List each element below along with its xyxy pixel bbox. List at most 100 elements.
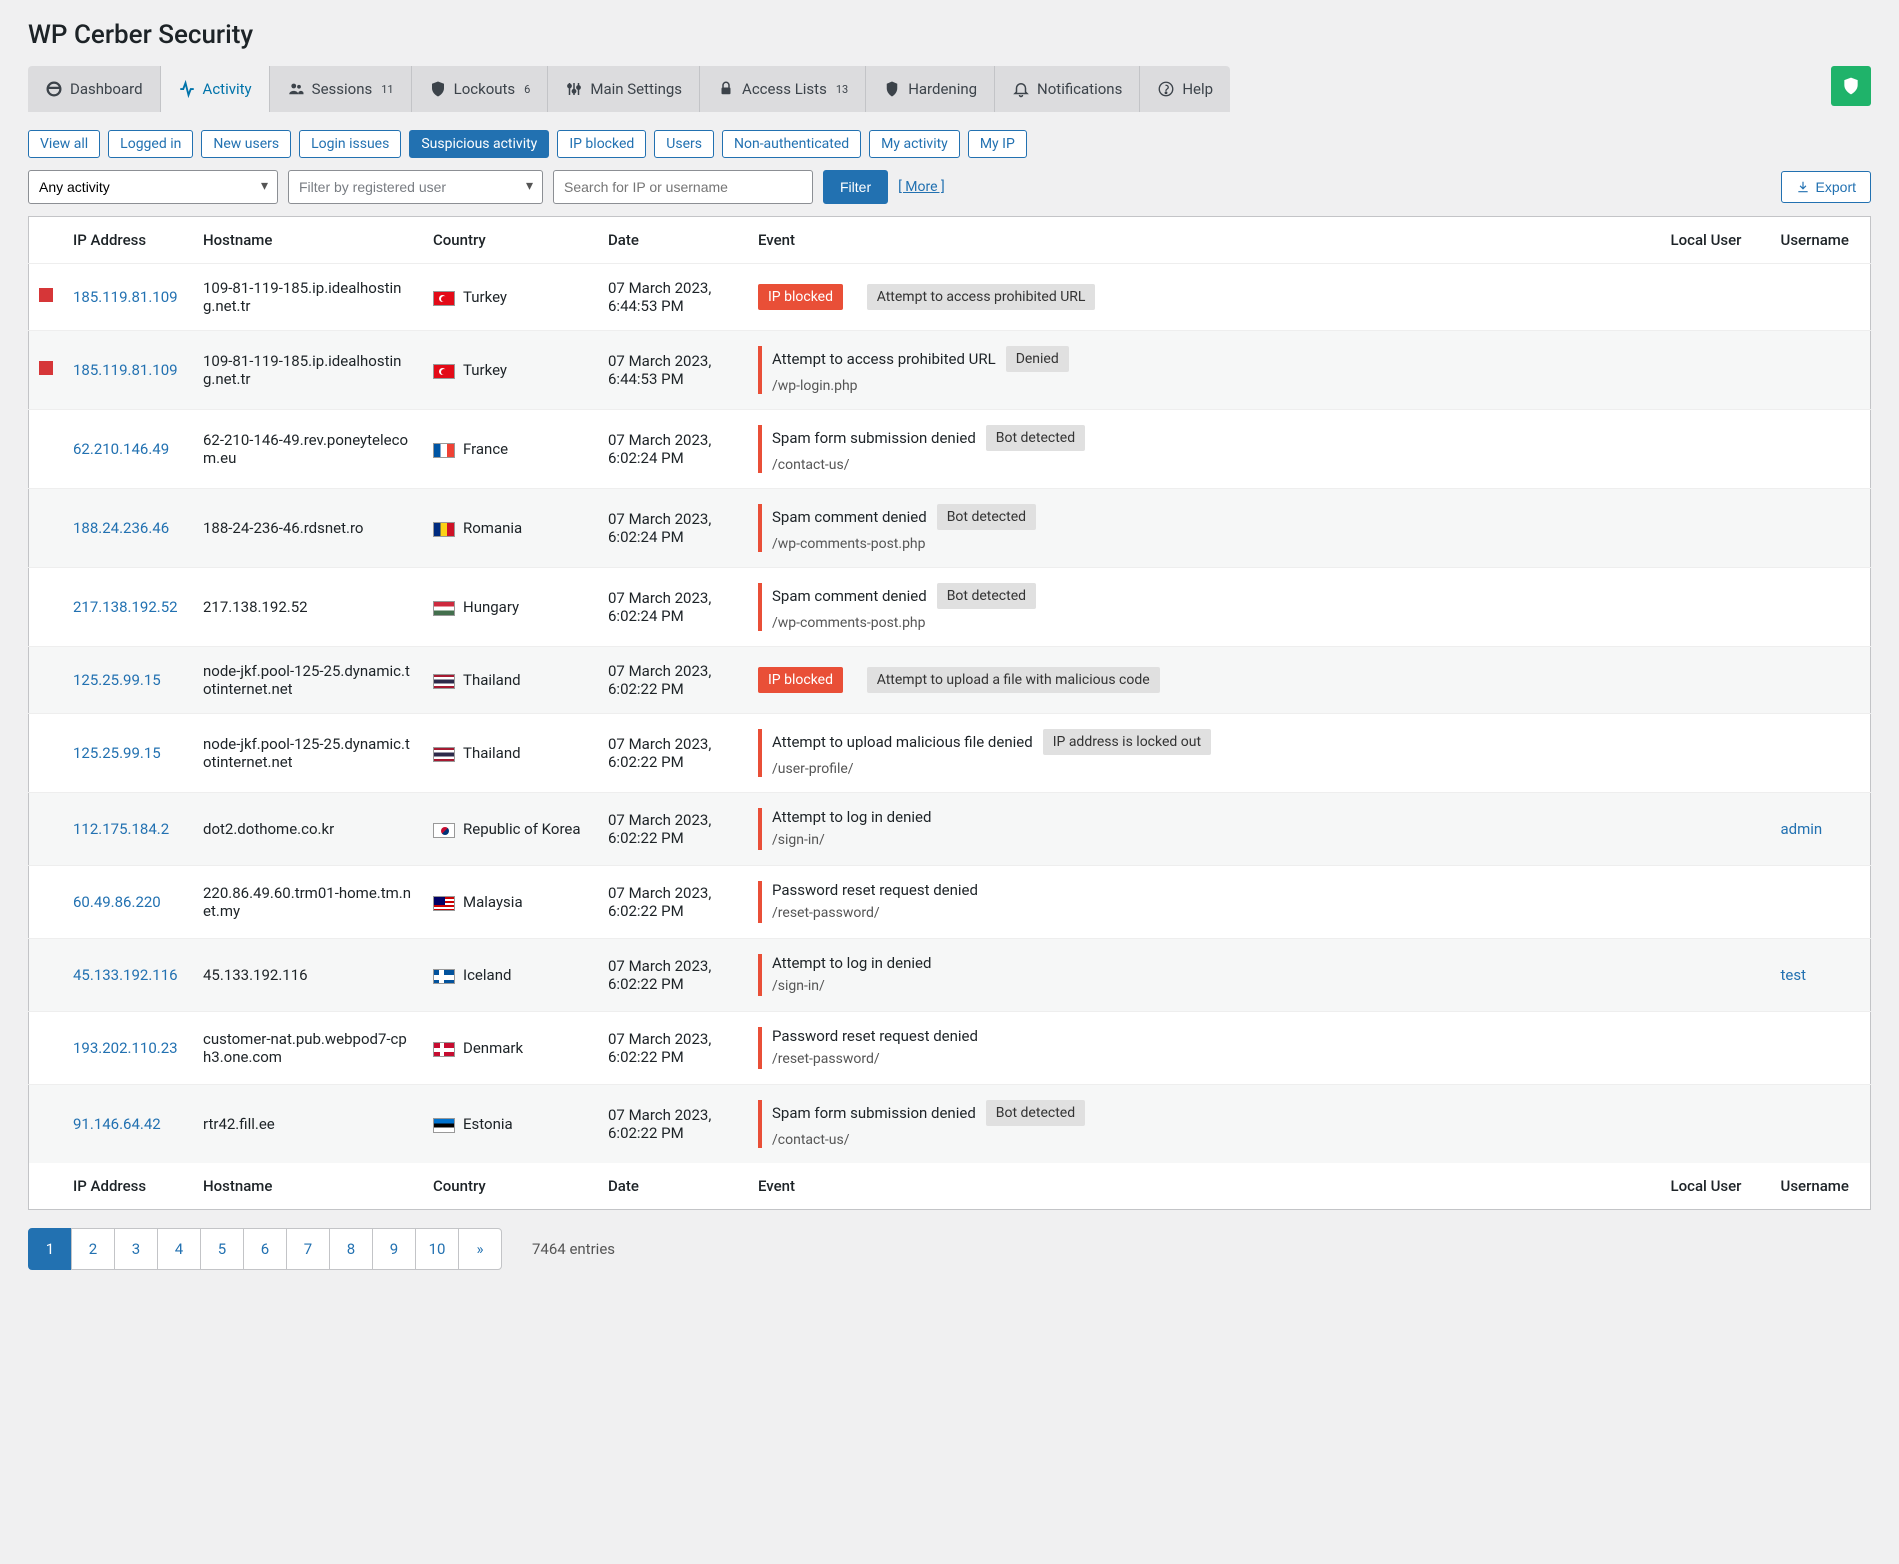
country-name: Malaysia — [463, 893, 523, 911]
tab-help[interactable]: Help — [1140, 66, 1230, 112]
tab-activity[interactable]: Activity — [161, 66, 270, 112]
page-2[interactable]: 2 — [71, 1228, 115, 1270]
hostname: 220.86.49.60.trm01-home.tm.net.my — [193, 866, 423, 939]
shield-icon[interactable] — [1831, 66, 1871, 106]
export-button[interactable]: Export — [1781, 171, 1871, 203]
filter-link-6[interactable]: Users — [654, 130, 714, 158]
country-name: Turkey — [463, 288, 507, 306]
page-»[interactable]: » — [458, 1228, 502, 1270]
col-country[interactable]: Country — [423, 217, 598, 264]
ip-link[interactable]: 91.146.64.42 — [73, 1115, 161, 1133]
page-4[interactable]: 4 — [157, 1228, 201, 1270]
username-link[interactable]: test — [1781, 966, 1807, 984]
hostname: node-jkf.pool-125-25.dynamic.totinternet… — [193, 714, 423, 793]
filter-link-5[interactable]: IP blocked — [557, 130, 646, 158]
page-6[interactable]: 6 — [243, 1228, 287, 1270]
page-title: WP Cerber Security — [28, 20, 1871, 50]
tab-sessions[interactable]: Sessions 11 — [270, 66, 412, 112]
tab-dashboard[interactable]: Dashboard — [28, 66, 161, 112]
event-name: Password reset request denied — [772, 1027, 978, 1045]
filter-link-1[interactable]: Logged in — [108, 130, 193, 158]
hostname: 109-81-119-185.ip.idealhosting.net.tr — [193, 331, 423, 410]
ip-link[interactable]: 125.25.99.15 — [73, 744, 161, 762]
filter-link-8[interactable]: My activity — [869, 130, 960, 158]
col-host[interactable]: Hostname — [193, 217, 423, 264]
table-row: 91.146.64.42rtr42.fill.eeEstonia07 March… — [29, 1085, 1871, 1164]
flag-icon — [433, 601, 455, 616]
user-filter-select[interactable]: Filter by registered user — [288, 170, 543, 204]
flag-icon — [433, 969, 455, 984]
filter-link-3[interactable]: Login issues — [299, 130, 401, 158]
flag-icon — [433, 364, 455, 379]
hostname: 188-24-236-46.rdsnet.ro — [193, 489, 423, 568]
hostname: rtr42.fill.ee — [193, 1085, 423, 1164]
tab-notify[interactable]: Notifications — [995, 66, 1140, 112]
event-tag: Bot detected — [986, 425, 1085, 451]
col-user[interactable]: Username — [1771, 217, 1871, 264]
ip-link[interactable]: 185.119.81.109 — [73, 361, 178, 379]
event-name: Spam form submission denied — [772, 1104, 976, 1122]
ip-link[interactable]: 217.138.192.52 — [73, 598, 178, 616]
date: 07 March 2023,6:02:22 PM — [598, 714, 748, 793]
hostname: customer-nat.pub.webpod7-cph3.one.com — [193, 1012, 423, 1085]
page-5[interactable]: 5 — [200, 1228, 244, 1270]
date: 07 March 2023,6:02:22 PM — [598, 647, 748, 714]
filter-link-2[interactable]: New users — [201, 130, 291, 158]
activity-icon — [178, 80, 196, 98]
ip-link[interactable]: 125.25.99.15 — [73, 671, 161, 689]
filter-link-9[interactable]: My IP — [968, 130, 1027, 158]
flag-icon — [433, 823, 455, 838]
table-row: 45.133.192.11645.133.192.116Iceland07 Ma… — [29, 939, 1871, 1012]
username-link[interactable]: admin — [1781, 820, 1823, 838]
filter-link-7[interactable]: Non-authenticated — [722, 130, 861, 158]
blocklist-mark-icon — [39, 361, 53, 375]
acl-icon — [717, 80, 735, 98]
date: 07 March 2023,6:02:22 PM — [598, 866, 748, 939]
page-7[interactable]: 7 — [286, 1228, 330, 1270]
table-row: 188.24.236.46188-24-236-46.rdsnet.roRoma… — [29, 489, 1871, 568]
tab-acl[interactable]: Access Lists 13 — [700, 66, 866, 112]
ip-link[interactable]: 60.49.86.220 — [73, 893, 161, 911]
col-ip[interactable]: IP Address — [63, 217, 193, 264]
date: 07 March 2023,6:02:22 PM — [598, 1012, 748, 1085]
page-10[interactable]: 10 — [415, 1228, 459, 1270]
tab-lockouts[interactable]: Lockouts 6 — [412, 66, 549, 112]
activity-select[interactable]: Any activity — [28, 170, 278, 204]
filter-button[interactable]: Filter — [823, 170, 888, 204]
page-8[interactable]: 8 — [329, 1228, 373, 1270]
filter-link-4[interactable]: Suspicious activity — [409, 130, 549, 158]
page-9[interactable]: 9 — [372, 1228, 416, 1270]
col-local[interactable]: Local User — [1661, 217, 1771, 264]
event-name: Spam comment denied — [772, 508, 927, 526]
table-row: 112.175.184.2dot2.dothome.co.krRepublic … — [29, 793, 1871, 866]
ip-link[interactable]: 193.202.110.23 — [73, 1039, 178, 1057]
hostname: 45.133.192.116 — [193, 939, 423, 1012]
activity-table: IP Address Hostname Country Date Event L… — [28, 216, 1871, 1210]
filter-link-0[interactable]: View all — [28, 130, 100, 158]
ip-link[interactable]: 62.210.146.49 — [73, 440, 169, 458]
ip-link[interactable]: 45.133.192.116 — [73, 966, 178, 984]
date: 07 March 2023,6:02:24 PM — [598, 410, 748, 489]
ip-link[interactable]: 185.119.81.109 — [73, 288, 178, 306]
flag-icon — [433, 1118, 455, 1133]
col-event[interactable]: Event — [748, 217, 1661, 264]
flag-icon — [433, 443, 455, 458]
more-link[interactable]: [ More ] — [898, 179, 945, 195]
tab-hardening[interactable]: Hardening — [866, 66, 995, 112]
tab-main[interactable]: Main Settings — [548, 66, 700, 112]
search-input[interactable] — [553, 170, 813, 204]
ip-link[interactable]: 188.24.236.46 — [73, 519, 169, 537]
table-row: 60.49.86.220 220.86.49.60.trm01-home.tm.n… — [29, 866, 1871, 939]
table-row: 217.138.192.52217.138.192.52Hungary07 Ma… — [29, 568, 1871, 647]
page-3[interactable]: 3 — [114, 1228, 158, 1270]
event-name: Password reset request denied — [772, 881, 978, 899]
col-date[interactable]: Date — [598, 217, 748, 264]
event-name: Attempt to upload malicious file denied — [772, 733, 1033, 751]
event-path: /reset-password/ — [772, 1051, 978, 1067]
table-row: 125.25.99.15 node-jkf.pool-125-25.dynamic… — [29, 714, 1871, 793]
ip-link[interactable]: 112.175.184.2 — [73, 820, 169, 838]
event-bar — [758, 881, 762, 923]
country-name: Denmark — [463, 1039, 523, 1057]
flag-icon — [433, 747, 455, 762]
page-1[interactable]: 1 — [28, 1228, 72, 1270]
